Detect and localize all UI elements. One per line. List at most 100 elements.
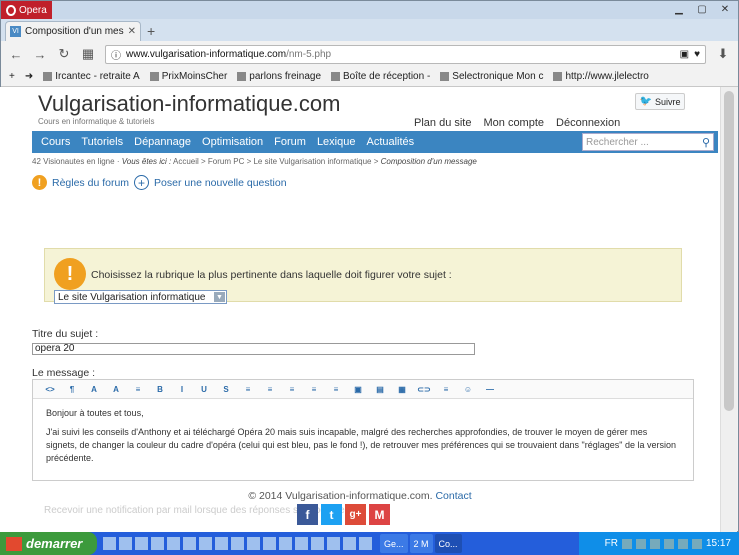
new-tab-icon[interactable]: +: [147, 23, 155, 39]
tray-icon[interactable]: [691, 538, 702, 549]
menu-item-lexique[interactable]: Lexique: [317, 136, 356, 148]
site-logo[interactable]: Vulgarisation-informatique.com: [38, 91, 340, 117]
menu-item-forum[interactable]: Forum: [274, 136, 306, 148]
unordered-list-icon[interactable]: ≡: [237, 385, 259, 394]
zoom-icon[interactable]: ▣: [680, 49, 689, 60]
ordered-list-icon[interactable]: ≡: [259, 385, 281, 394]
emoji-icon[interactable]: ☺: [457, 385, 479, 394]
quicklaunch-icon[interactable]: [231, 537, 244, 550]
quicklaunch-icon[interactable]: [311, 537, 324, 550]
table-icon[interactable]: ▦: [391, 385, 413, 394]
menu-item-actualites[interactable]: Actualités: [366, 136, 414, 148]
back-icon[interactable]: ←: [9, 47, 23, 62]
minimize-icon[interactable]: ▁: [668, 2, 690, 17]
download-icon[interactable]: ⬇: [716, 46, 730, 62]
import-bookmarks-icon[interactable]: ➜: [25, 71, 33, 82]
italic-icon[interactable]: I: [171, 385, 193, 394]
quicklaunch-icon[interactable]: [199, 537, 212, 550]
menu-item-cours[interactable]: Cours: [41, 136, 70, 148]
outdent-icon[interactable]: ≡: [281, 385, 303, 394]
opera-menu-button[interactable]: Opera: [1, 1, 52, 19]
quicklaunch-icon[interactable]: [119, 537, 132, 550]
tab-close-icon[interactable]: ✕: [128, 26, 136, 37]
footer-contact-link[interactable]: Contact: [435, 490, 471, 502]
twitter-icon[interactable]: t: [321, 504, 342, 525]
link-icon[interactable]: ⊂⊃: [413, 385, 435, 394]
align-icon[interactable]: ≡: [435, 385, 457, 394]
task-button[interactable]: 2 M: [409, 534, 433, 553]
bold-icon[interactable]: B: [149, 385, 171, 394]
quicklaunch-icon[interactable]: [359, 537, 372, 550]
menu-item-depannage[interactable]: Dépannage: [134, 136, 191, 148]
breadcrumb-path[interactable]: Accueil > Forum PC > Le site Vulgarisati…: [173, 157, 378, 166]
quicklaunch-icon[interactable]: [103, 537, 116, 550]
quote-icon[interactable]: ≡: [325, 385, 347, 394]
quicklaunch-icon[interactable]: [263, 537, 276, 550]
site-search-input[interactable]: Rechercher ... ⚲: [582, 133, 714, 151]
strikethrough-icon[interactable]: S: [215, 385, 237, 394]
tray-icon[interactable]: [635, 538, 646, 549]
facebook-icon[interactable]: f: [297, 504, 318, 525]
bookmark-item[interactable]: http://www.jlelectro: [553, 71, 649, 82]
info-icon[interactable]: ⓘ: [111, 47, 121, 62]
menu-item-tutoriels[interactable]: Tutoriels: [81, 136, 123, 148]
quicklaunch-icon[interactable]: [327, 537, 340, 550]
video-icon[interactable]: ▤: [369, 385, 391, 394]
menu-item-optimisation[interactable]: Optimisation: [202, 136, 263, 148]
speed-dial-icon[interactable]: ▦: [81, 46, 95, 62]
reload-icon[interactable]: ↻: [57, 46, 71, 62]
mail-icon[interactable]: M: [369, 504, 390, 525]
forum-rules-link[interactable]: Règles du forum: [52, 177, 129, 189]
bookmark-item[interactable]: PrixMoinsCher: [149, 71, 227, 82]
subject-input[interactable]: opera 20: [32, 343, 475, 355]
quicklaunch-icon[interactable]: [215, 537, 228, 550]
underline-icon[interactable]: U: [193, 385, 215, 394]
quicklaunch-icon[interactable]: [295, 537, 308, 550]
message-textarea[interactable]: Bonjour à toutes et tous, J'ai suivi les…: [33, 399, 693, 479]
google-plus-icon[interactable]: g+: [345, 504, 366, 525]
bookmark-item[interactable]: Selectronique Mon c: [440, 71, 543, 82]
forward-icon[interactable]: →: [33, 47, 47, 62]
quicklaunch-icon[interactable]: [135, 537, 148, 550]
address-bar[interactable]: ⓘ www.vulgarisation-informatique.com/nm-…: [105, 44, 706, 64]
category-select[interactable]: Le site Vulgarisation informatique ▼: [54, 290, 227, 304]
close-icon[interactable]: ✕: [714, 2, 736, 17]
quicklaunch-icon[interactable]: [247, 537, 260, 550]
maximize-icon[interactable]: ▢: [691, 2, 713, 17]
link-logout[interactable]: Déconnexion: [556, 117, 620, 129]
tray-icon[interactable]: [663, 538, 674, 549]
link-my-account[interactable]: Mon compte: [483, 117, 544, 129]
language-indicator[interactable]: FR: [605, 538, 618, 549]
source-code-icon[interactable]: <>: [39, 385, 61, 394]
start-button[interactable]: demarrer: [0, 532, 97, 555]
paragraph-icon[interactable]: ¶: [61, 385, 83, 394]
bookmark-item[interactable]: Boîte de réception -: [331, 71, 430, 82]
font-size-icon[interactable]: ≡: [127, 385, 149, 394]
link-site-map[interactable]: Plan du site: [414, 117, 471, 129]
indent-icon[interactable]: ≡: [303, 385, 325, 394]
image-icon[interactable]: ▣: [347, 385, 369, 394]
quicklaunch-icon[interactable]: [183, 537, 196, 550]
tray-icon[interactable]: [677, 538, 688, 549]
scrollbar-thumb[interactable]: [724, 91, 734, 411]
new-question-link[interactable]: Poser une nouvelle question: [154, 177, 287, 189]
quicklaunch-icon[interactable]: [343, 537, 356, 550]
quicklaunch-icon[interactable]: [151, 537, 164, 550]
task-button-active[interactable]: Co...: [434, 534, 462, 553]
tab-composition[interactable]: VI Composition d'un message ✕: [5, 21, 141, 41]
search-icon[interactable]: ⚲: [702, 136, 710, 149]
bookmark-item[interactable]: parlons freinage: [237, 71, 321, 82]
horizontal-rule-icon[interactable]: —: [479, 385, 501, 394]
page-scrollbar[interactable]: [720, 87, 737, 532]
task-button[interactable]: Ge...: [380, 534, 408, 553]
quicklaunch-icon[interactable]: [167, 537, 180, 550]
twitter-follow-button[interactable]: 🐦 Suivre: [635, 93, 685, 110]
add-bookmark-icon[interactable]: +: [9, 71, 15, 82]
quicklaunch-icon[interactable]: [279, 537, 292, 550]
bookmark-heart-icon[interactable]: ♥: [694, 49, 700, 60]
bookmark-item[interactable]: Ircantec - retraite A: [43, 71, 140, 82]
tray-icon[interactable]: [621, 538, 632, 549]
text-background-icon[interactable]: A: [83, 385, 105, 394]
text-color-icon[interactable]: A: [105, 385, 127, 394]
tray-icon[interactable]: [649, 538, 660, 549]
